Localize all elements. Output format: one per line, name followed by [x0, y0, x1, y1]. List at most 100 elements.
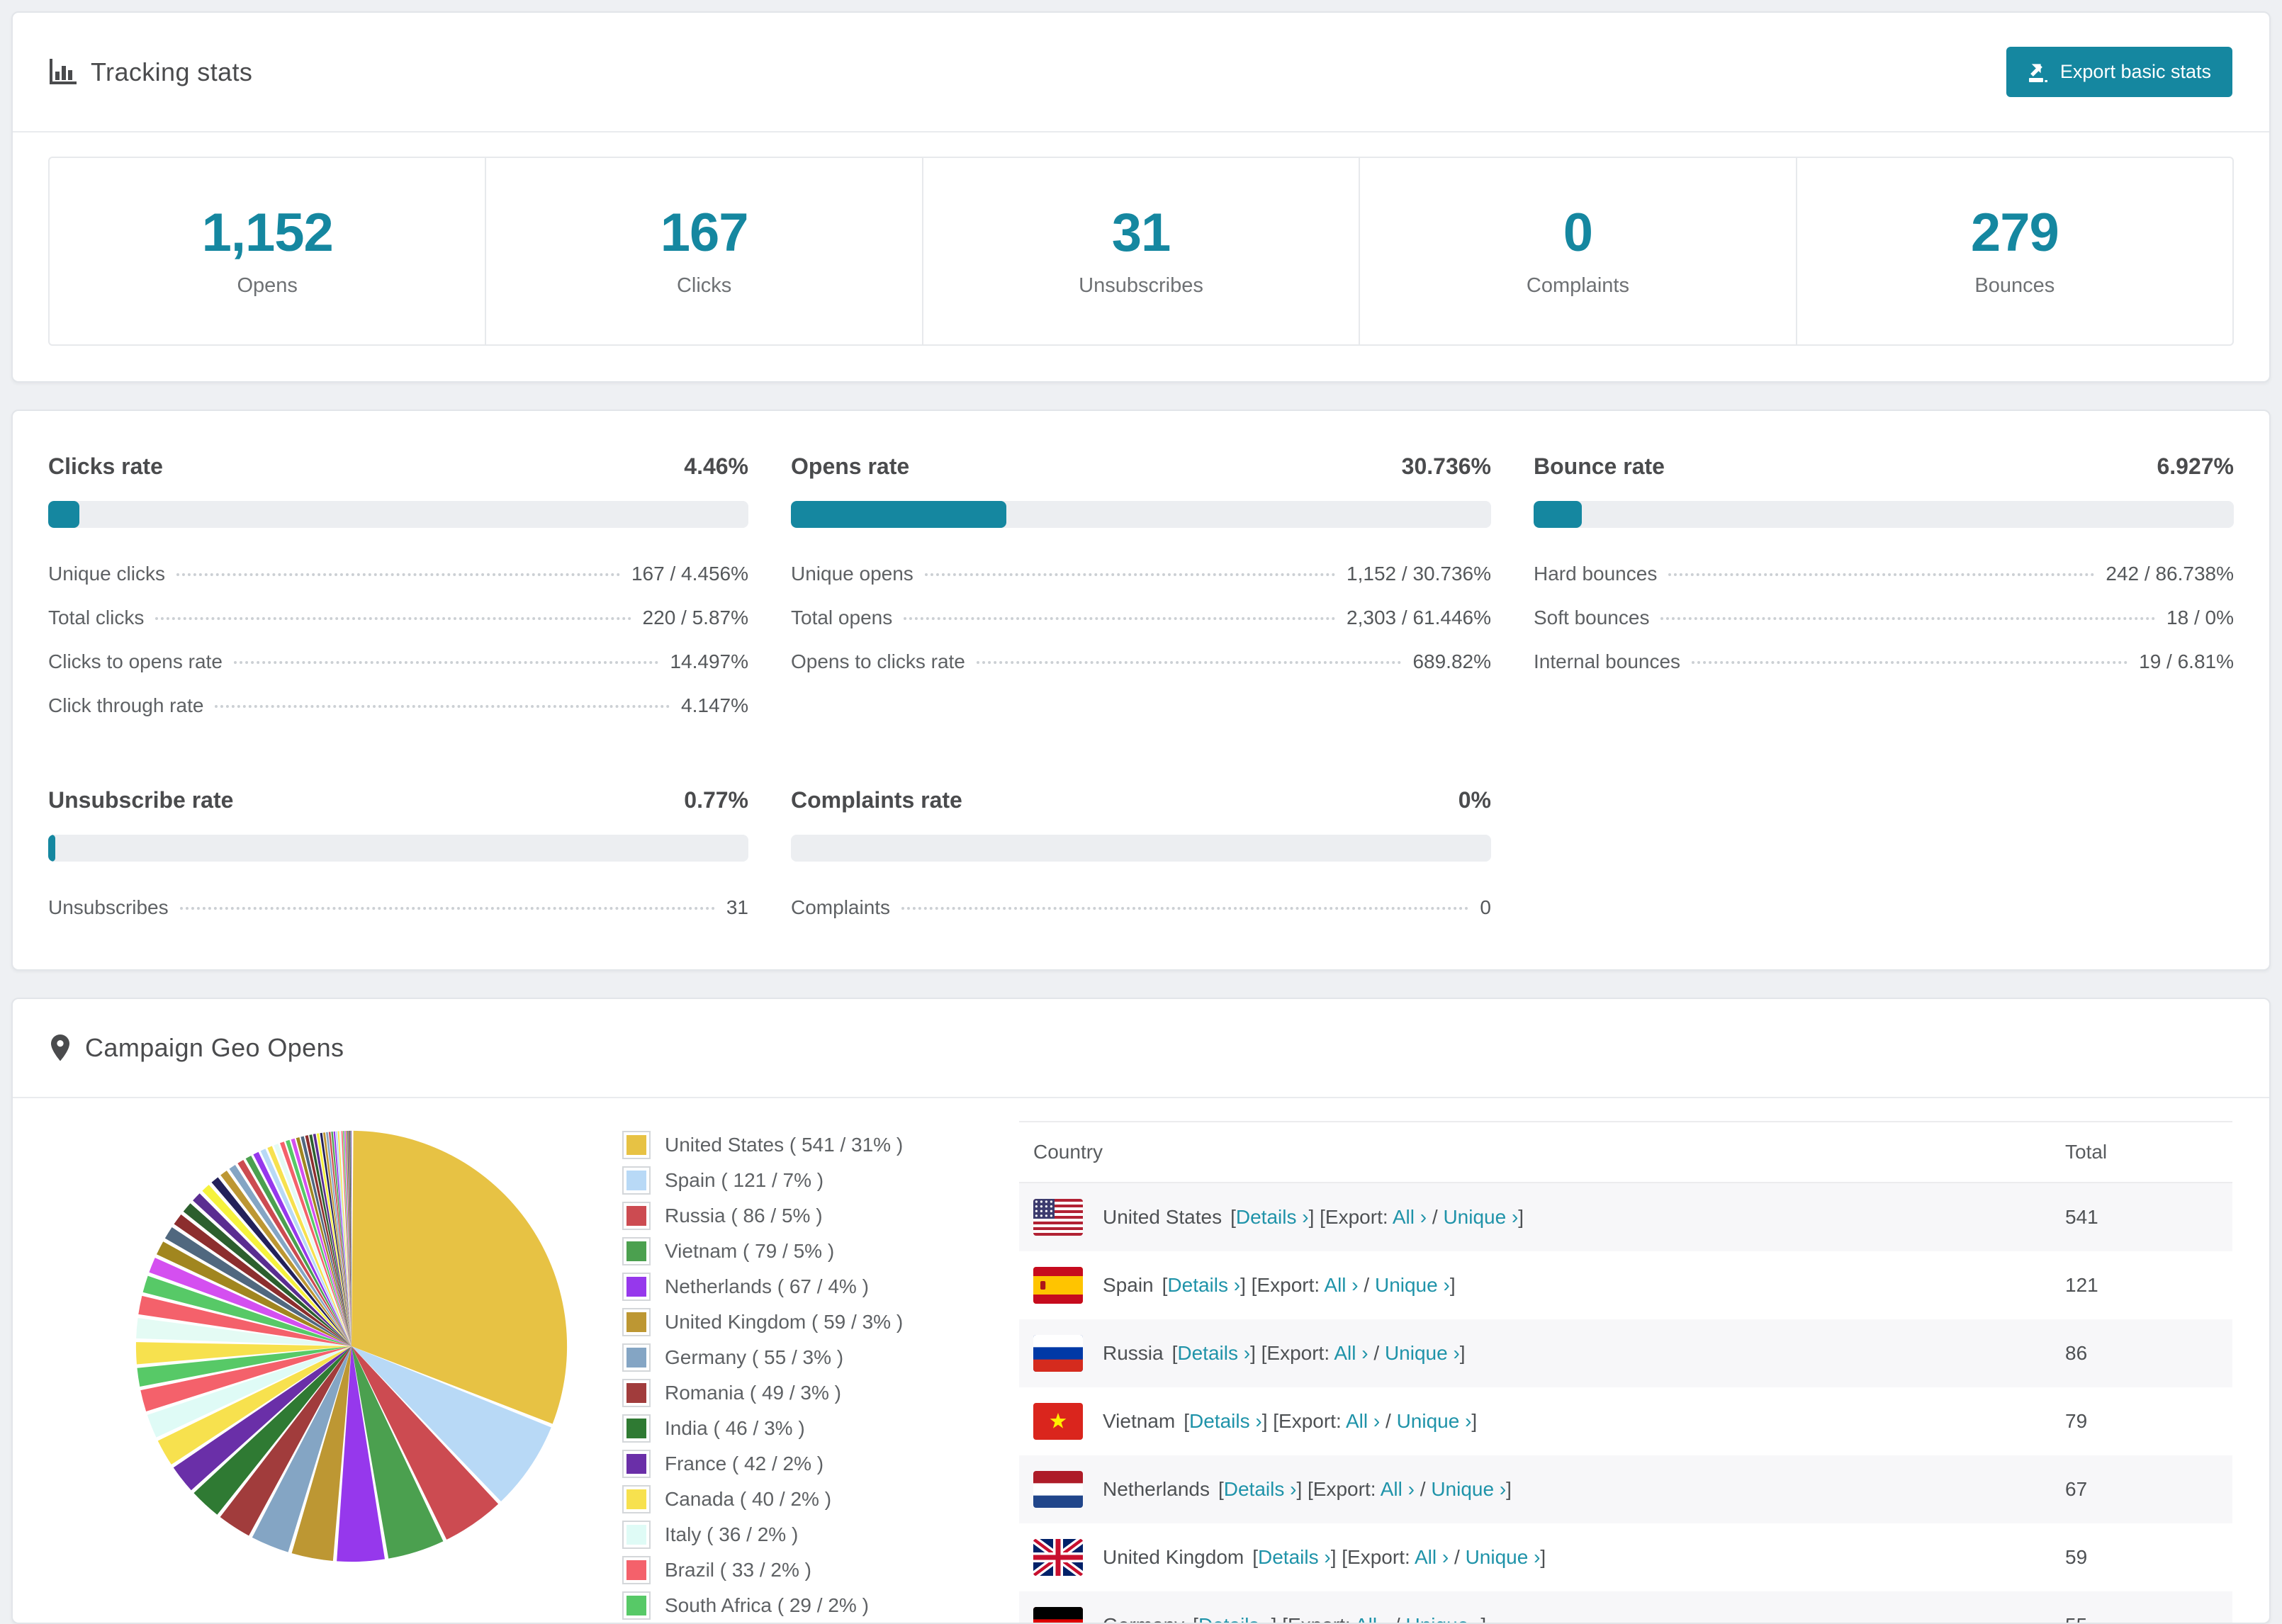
dotted-leader: [904, 617, 1336, 620]
country-links: [Details ›] [Export: All › / Unique ›]: [1184, 1410, 1478, 1432]
rate-detail-value: 19 / 6.81%: [2139, 650, 2234, 672]
legend-item: Netherlands ( 67 / 4% ): [622, 1273, 960, 1301]
rate-detail-row: Hard bounces 242 / 86.738%: [1534, 552, 2234, 596]
rate-detail-value: 689.82%: [1412, 650, 1491, 672]
rate-detail-label: Total opens: [791, 607, 893, 628]
dotted-leader: [179, 907, 715, 910]
rate-detail-row: Clicks to opens rate 14.497%: [48, 640, 748, 684]
rate-detail-row: Unique clicks 167 / 4.456%: [48, 552, 748, 596]
stat-value: 0: [1563, 203, 1593, 263]
export-unique-link[interactable]: Unique ›: [1431, 1478, 1506, 1500]
legend-item: South Africa ( 29 / 2% ): [622, 1591, 960, 1620]
export-all-link[interactable]: All ›: [1415, 1546, 1449, 1568]
legend-label: Spain ( 121 / 7% ): [665, 1169, 824, 1191]
legend-item: Brazil ( 33 / 2% ): [622, 1556, 960, 1584]
stat-label: Complaints: [1526, 274, 1629, 297]
legend-item: Russia ( 86 / 5% ): [622, 1202, 960, 1230]
details-link[interactable]: Details ›: [1189, 1410, 1262, 1432]
rate-detail-label: Click through rate: [48, 694, 204, 716]
export-basic-stats-button[interactable]: Export basic stats: [2006, 47, 2232, 97]
export-all-link[interactable]: All ›: [1355, 1614, 1389, 1623]
dotted-leader: [924, 573, 1336, 576]
geo-table-header-row: Country Total: [1019, 1122, 2232, 1183]
stat-cell-unsubscribes: 31 Unsubscribes: [923, 158, 1361, 344]
es-flag-icon: [1033, 1267, 1083, 1304]
rate-detail-label: Opens to clicks rate: [791, 650, 965, 672]
legend-item: India ( 46 / 3% ): [622, 1414, 960, 1443]
legend-label: Brazil ( 33 / 2% ): [665, 1559, 811, 1581]
stat-label: Opens: [237, 274, 298, 297]
rate-detail-row: Unsubscribes 31: [48, 886, 748, 930]
details-link[interactable]: Details ›: [1167, 1274, 1240, 1296]
stat-label: Bounces: [1974, 274, 2055, 297]
geo-opens-pie-chart: [126, 1121, 577, 1572]
progress-bar-fill: [1534, 501, 1583, 528]
rate-detail-label: Unique opens: [791, 563, 914, 585]
rate-panel-value: 30.736%: [1401, 453, 1491, 479]
rate-panel-value: 0.77%: [684, 787, 748, 813]
legend-label: Canada ( 40 / 2% ): [665, 1488, 832, 1510]
export-all-link[interactable]: All ›: [1346, 1410, 1380, 1432]
legend-swatch: [622, 1414, 651, 1443]
progress-bar-fill: [48, 835, 55, 862]
export-unique-link[interactable]: Unique ›: [1466, 1546, 1541, 1568]
country-name: Russia: [1103, 1342, 1164, 1364]
export-button-label: Export basic stats: [2059, 61, 2211, 82]
details-link[interactable]: Details ›: [1236, 1206, 1309, 1228]
rate-panel-value: 0%: [1458, 787, 1491, 813]
legend-label: France ( 42 / 2% ): [665, 1453, 824, 1474]
rates-grid: Clicks rate 4.46% Unique clicks 167 / 4.456…: [13, 411, 2269, 969]
legend-swatch: [622, 1273, 651, 1301]
stat-cell-opens: 1,152 Opens: [50, 158, 487, 344]
legend-swatch: [622, 1237, 651, 1265]
rate-detail-row: Click through rate 4.147%: [48, 684, 748, 728]
rate-detail-value: 2,303 / 61.446%: [1347, 607, 1491, 628]
us-flag-icon: [1033, 1199, 1083, 1236]
dotted-leader: [215, 705, 670, 708]
rate-detail-row: Unique opens 1,152 / 30.736%: [791, 552, 1491, 596]
dotted-leader: [901, 907, 1469, 910]
geo-table: Country Total United States [Details ›] […: [1019, 1121, 2232, 1623]
table-row-ru: Russia [Details ›] [Export: All › / Uniqu…: [1019, 1319, 2232, 1387]
country-links: [Details ›] [Export: All › / Unique ›]: [1218, 1478, 1512, 1500]
page-title: Tracking stats: [91, 57, 253, 86]
export-unique-link[interactable]: Unique ›: [1385, 1342, 1460, 1364]
rate-detail-label: Soft bounces: [1534, 607, 1650, 628]
rate-panel-title: Opens rate: [791, 453, 910, 479]
legend-swatch: [622, 1485, 651, 1513]
rate-panel-title: Unsubscribe rate: [48, 787, 234, 813]
export-unique-link[interactable]: Unique ›: [1375, 1274, 1450, 1296]
legend-swatch: [622, 1308, 651, 1336]
gb-flag-icon: [1033, 1539, 1083, 1576]
tracking-stats-header: Tracking stats Export basic stats: [13, 13, 2269, 132]
geo-body: United States ( 541 / 31% ) Spain ( 121 /…: [13, 1098, 2269, 1623]
rate-detail-label: Total clicks: [48, 607, 145, 628]
de-flag-icon: [1033, 1607, 1083, 1623]
export-unique-link[interactable]: Unique ›: [1397, 1410, 1472, 1432]
details-link[interactable]: Details ›: [1258, 1546, 1331, 1568]
pie-legend: United States ( 541 / 31% ) Spain ( 121 /…: [622, 1131, 960, 1623]
export-unique-link[interactable]: Unique ›: [1406, 1614, 1481, 1623]
dotted-leader: [1692, 661, 2128, 664]
details-link[interactable]: Details ›: [1177, 1342, 1250, 1364]
details-link[interactable]: Details ›: [1198, 1614, 1271, 1623]
rate-detail-label: Internal bounces: [1534, 650, 1681, 672]
export-all-link[interactable]: All ›: [1381, 1478, 1415, 1500]
export-all-link[interactable]: All ›: [1393, 1206, 1427, 1228]
rate-panel-complaints-rate: Complaints rate 0% Complaints 0: [791, 787, 1491, 930]
progress-bar-fill: [791, 501, 1006, 528]
rate-panel-value: 4.46%: [684, 453, 748, 479]
export-all-link[interactable]: All ›: [1334, 1342, 1368, 1364]
export-unique-link[interactable]: Unique ›: [1443, 1206, 1518, 1228]
rate-detail-label: Unsubscribes: [48, 896, 169, 918]
rate-panel-title: Clicks rate: [48, 453, 163, 479]
geo-title: Campaign Geo Opens: [85, 1033, 344, 1062]
legend-swatch: [622, 1379, 651, 1407]
stat-value: 167: [660, 203, 749, 263]
rate-detail-value: 242 / 86.738%: [2106, 563, 2234, 585]
rate-detail-value: 4.147%: [681, 694, 748, 716]
bar-chart-icon: [50, 58, 77, 86]
details-link[interactable]: Details ›: [1224, 1478, 1297, 1500]
rate-panel-bounce-rate: Bounce rate 6.927% Hard bounces 242 / 86.73…: [1534, 453, 2234, 728]
export-all-link[interactable]: All ›: [1324, 1274, 1358, 1296]
